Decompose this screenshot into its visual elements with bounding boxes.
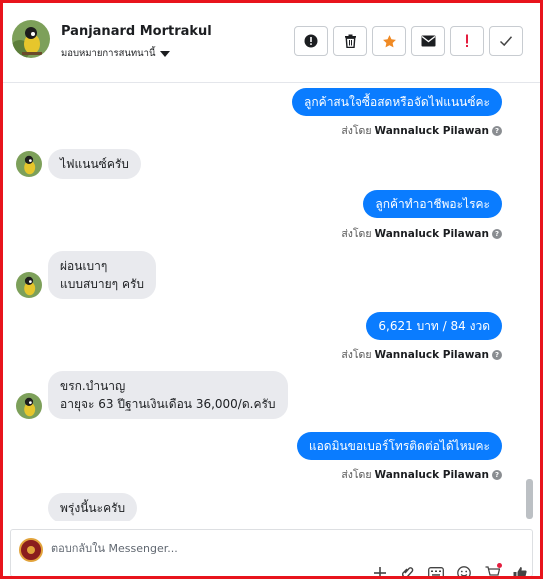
chevron-down-icon — [159, 50, 170, 57]
conversation-panel: Panjanard Mortrakul มอบหมายการสนทนานี้ ล… — [0, 0, 543, 579]
conversation-actions — [294, 26, 523, 56]
trash-icon — [344, 34, 356, 48]
cart-icon — [485, 566, 500, 576]
like-button[interactable] — [512, 566, 528, 576]
sender-prefix: ส่งโดย — [341, 349, 372, 361]
saved-replies-button[interactable] — [428, 566, 444, 576]
emoji-button[interactable] — [456, 566, 472, 576]
sender-prefix: ส่งโดย — [341, 228, 372, 240]
mark-done-button[interactable] — [489, 26, 523, 56]
reply-toolbar — [372, 563, 528, 576]
sender-info: ส่งโดย Wannaluck Pilawan ? — [341, 466, 502, 483]
message-line: อายุจะ 63 ปีฐานเงินเดือน 36,000/ด.ครับ — [60, 397, 276, 411]
sent-message-bubble: ลูกค้าทำอาชีพอะไรคะ — [363, 190, 502, 218]
reply-input[interactable] — [51, 542, 351, 555]
exclamation-icon — [466, 34, 468, 47]
contact-avatar-small — [16, 272, 42, 298]
sender-info: ส่งโดย Wannaluck Pilawan ? — [341, 346, 502, 363]
page-avatar — [19, 538, 43, 562]
plus-icon — [374, 567, 386, 576]
sender-info: ส่งโดย Wannaluck Pilawan ? — [341, 225, 502, 242]
sender-name: Wannaluck Pilawan — [374, 124, 489, 137]
sender-name: Wannaluck Pilawan — [374, 468, 489, 481]
star-icon — [382, 34, 396, 47]
mark-unread-button[interactable] — [411, 26, 445, 56]
scrollbar-thumb[interactable] — [526, 479, 533, 519]
contact-avatar[interactable] — [12, 20, 50, 58]
message-line: แบบสบายๆ ครับ — [60, 277, 145, 291]
sender-prefix: ส่งโดย — [341, 125, 372, 137]
mark-spam-button[interactable] — [294, 26, 328, 56]
star-button[interactable] — [372, 26, 406, 56]
sent-message-bubble: แอดมินขอเบอร์โทรติดต่อได้ไหมคะ — [296, 432, 502, 460]
delete-button[interactable] — [333, 26, 367, 56]
shop-button[interactable] — [484, 563, 502, 576]
sender-name: Wannaluck Pilawan — [374, 227, 489, 240]
sent-message-bubble: ลูกค้าสนใจซื้อสดหรือจัดไฟแนนซ์คะ — [292, 88, 502, 116]
follow-up-button[interactable] — [450, 26, 484, 56]
reply-box — [10, 529, 533, 576]
assign-label: มอบหมายการสนทนานี้ — [61, 48, 156, 59]
checkmark-icon — [499, 36, 513, 47]
thumbs-up-icon — [513, 567, 527, 576]
keyboard-icon — [428, 567, 444, 576]
received-message-bubble: ขรก.บำนาญ อายุจะ 63 ปีฐานเงินเดือน 36,00… — [48, 371, 288, 419]
help-icon[interactable]: ? — [492, 469, 502, 480]
help-icon[interactable]: ? — [492, 125, 502, 136]
received-message-bubble: พรุ่งนี้นะครับ — [48, 493, 138, 521]
envelope-icon — [421, 35, 435, 47]
conversation-header: Panjanard Mortrakul มอบหมายการสนทนานี้ — [3, 3, 540, 83]
sender-info: ส่งโดย Wannaluck Pilawan ? — [341, 122, 502, 139]
help-icon[interactable]: ? — [492, 349, 502, 360]
smiley-icon — [457, 566, 471, 576]
message-line: ผ่อนเบาๆ — [60, 259, 108, 273]
paperclip-icon — [402, 567, 414, 576]
received-message-bubble: ผ่อนเบาๆ แบบสบายๆ ครับ — [48, 251, 157, 299]
assign-conversation-dropdown[interactable]: มอบหมายการสนทนานี้ — [61, 46, 170, 61]
sender-prefix: ส่งโดย — [341, 469, 372, 481]
contact-avatar-small — [16, 393, 42, 419]
add-button[interactable] — [372, 566, 388, 576]
message-list[interactable]: ลูกค้าสนใจซื้อสดหรือจัดไฟแนนซ์คะ ส่งโดย … — [3, 84, 540, 521]
received-message-bubble: ไฟแนนซ์ครับ — [48, 149, 141, 179]
attach-button[interactable] — [400, 566, 416, 576]
alert-circle-icon — [304, 34, 318, 48]
sent-message-bubble: 6,621 บาท / 84 งวด — [366, 312, 502, 340]
contact-name: Panjanard Mortrakul — [61, 24, 212, 39]
sender-name: Wannaluck Pilawan — [374, 348, 489, 361]
notification-dot — [497, 563, 502, 568]
contact-avatar-small — [16, 151, 42, 177]
message-line: ขรก.บำนาญ — [60, 379, 126, 393]
help-icon[interactable]: ? — [492, 228, 502, 239]
